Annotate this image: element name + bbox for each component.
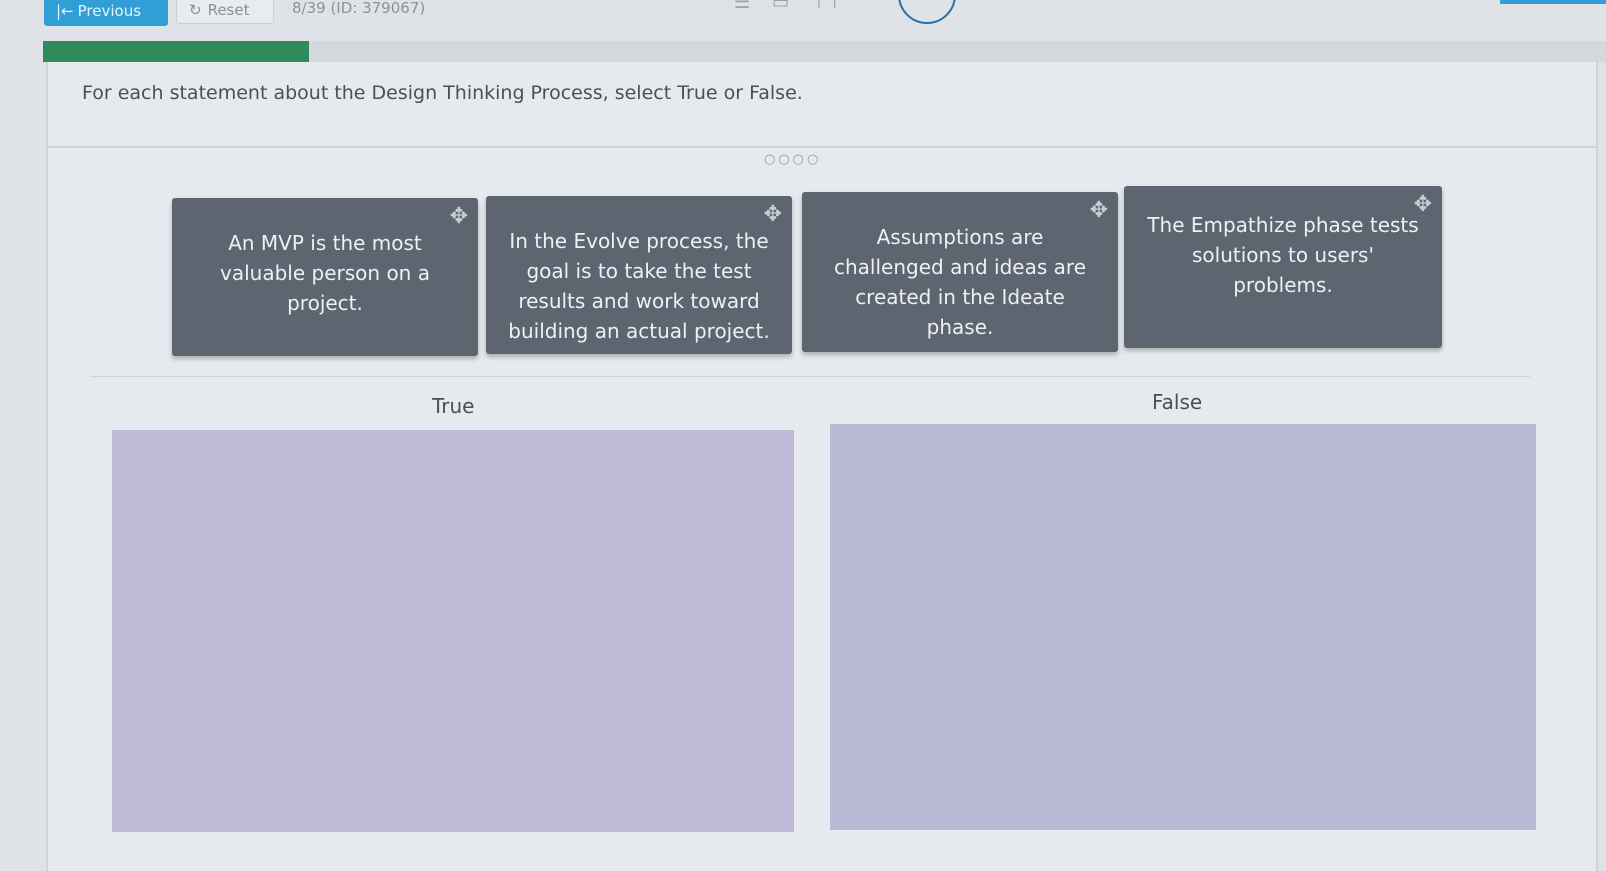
pagination-dots: ○○○○ [764, 152, 822, 167]
reset-label: Reset [207, 1, 250, 19]
move-icon: ✥ [763, 202, 782, 227]
calculator-icon[interactable]: ▭ [772, 0, 789, 12]
question-card: For each statement about the Design Thin… [46, 62, 1598, 871]
question-counter: 8/39 (ID: 379067) [292, 0, 426, 17]
question-instruction: For each statement about the Design Thin… [82, 82, 803, 104]
list-icon[interactable]: ☰ [734, 0, 750, 12]
statement-tile[interactable]: ✥ The Empathize phase tests solutions to… [1124, 186, 1442, 348]
statement-text: Assumptions are challenged and ideas are… [834, 225, 1086, 339]
statement-tile[interactable]: ✥ Assumptions are challenged and ideas a… [802, 192, 1118, 352]
statement-text: In the Evolve process, the goal is to ta… [508, 229, 770, 343]
progress-fill [43, 41, 309, 62]
progress-bar [43, 41, 1606, 62]
refresh-icon: ↻ [189, 1, 202, 19]
statement-text: The Empathize phase tests solutions to u… [1147, 213, 1419, 297]
previous-button[interactable]: |← Previous [44, 0, 168, 26]
ruler-icon[interactable]: ⊤⊤ [811, 0, 842, 12]
false-zone-label: False [1152, 390, 1203, 414]
timer-icon[interactable] [898, 0, 956, 24]
false-drop-zone[interactable] [830, 424, 1536, 830]
true-zone-label: True [432, 394, 475, 418]
move-icon: ✥ [1413, 192, 1432, 217]
reset-button[interactable]: ↻ Reset [176, 0, 274, 24]
section-separator [90, 376, 1530, 377]
divider [48, 146, 1596, 148]
previous-label: Previous [77, 2, 142, 20]
toolbar-icons: ☰ ▭ ⊤⊤ [734, 0, 843, 12]
statement-tile[interactable]: ✥ In the Evolve process, the goal is to … [486, 196, 792, 354]
move-icon: ✥ [1089, 198, 1108, 223]
statement-tile[interactable]: ✥ An MVP is the most valuable person on … [172, 198, 478, 356]
top-accent-bar [1500, 0, 1606, 4]
true-drop-zone[interactable] [112, 430, 794, 832]
move-icon: ✥ [449, 204, 468, 229]
toolbar: |← Previous ↻ Reset 8/39 (ID: 379067) ☰ ▭ … [0, 0, 1606, 30]
statement-text: An MVP is the most valuable person on a … [220, 231, 430, 315]
first-page-arrow-icon: |← [56, 2, 74, 20]
